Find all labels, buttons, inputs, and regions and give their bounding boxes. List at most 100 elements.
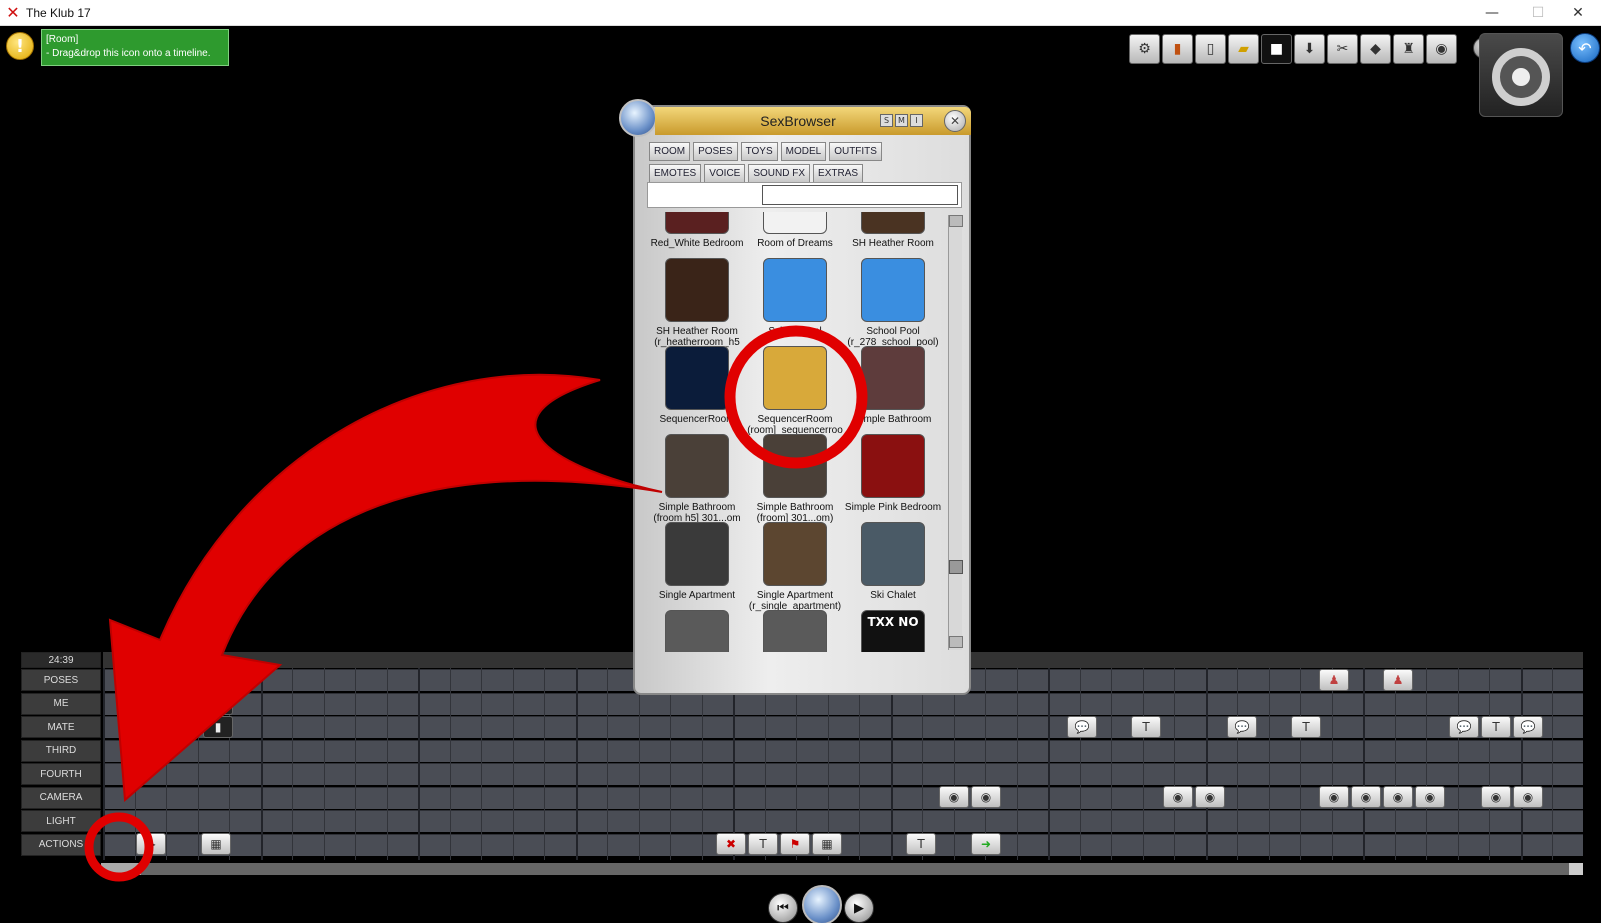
room-item[interactable]: SH Heather Room: [843, 212, 943, 258]
play-button[interactable]: ▶: [844, 893, 874, 923]
camera-event-icon[interactable]: ◉: [1319, 786, 1349, 808]
camera-event-icon[interactable]: ◉: [1383, 786, 1413, 808]
new-page-icon[interactable]: ▯: [1195, 34, 1226, 64]
scroll-down-icon[interactable]: [949, 636, 963, 648]
car-icon[interactable]: ◆: [1360, 34, 1391, 64]
room-thumbnail[interactable]: TXX NO: [861, 610, 925, 652]
text-clear-icon[interactable]: T: [1291, 716, 1321, 738]
track-light[interactable]: [103, 810, 1583, 832]
warning-icon[interactable]: !: [6, 32, 34, 60]
undo-icon[interactable]: ↶: [1570, 33, 1600, 63]
minimize-button[interactable]: —: [1469, 0, 1515, 26]
room-thumbnail[interactable]: [665, 610, 729, 652]
text-clear-icon[interactable]: T: [906, 833, 936, 855]
track-me[interactable]: [103, 692, 1583, 715]
room-item[interactable]: Room of Dreams: [745, 212, 845, 258]
room-item[interactable]: Simple Bathroom: [843, 346, 943, 434]
scroll-up-icon[interactable]: [949, 215, 963, 227]
scroll-right-icon[interactable]: [1569, 863, 1583, 875]
speech-bubble-icon[interactable]: 💬: [1513, 716, 1543, 738]
books-icon[interactable]: ▮: [1162, 34, 1193, 64]
room-item[interactable]: Single Apartment: [647, 522, 747, 610]
room-thumbnail[interactable]: [665, 346, 729, 410]
pose-event-icon[interactable]: ♟: [1383, 669, 1413, 691]
room-item[interactable]: Single Apartment (r_single_apartment): [745, 522, 845, 612]
camera-event-icon[interactable]: ◉: [939, 786, 969, 808]
room-thumbnail[interactable]: [763, 522, 827, 586]
text-clear-icon[interactable]: T: [1131, 716, 1161, 738]
room-thumbnail[interactable]: [665, 212, 729, 234]
browser-scrollbar[interactable]: [948, 215, 963, 650]
tab-extras[interactable]: EXTRAS: [813, 164, 864, 183]
room-thumbnail[interactable]: [763, 346, 827, 410]
tab-room[interactable]: ROOM: [649, 142, 691, 161]
room-thumbnail[interactable]: [763, 258, 827, 322]
folder-open-icon[interactable]: ▰: [1228, 34, 1259, 64]
arrow-action-icon[interactable]: ➜: [971, 833, 1001, 855]
camera-event-icon[interactable]: ◉: [1481, 786, 1511, 808]
camera-event-icon[interactable]: ◉: [1351, 786, 1381, 808]
scissors-icon[interactable]: ✂: [1327, 34, 1358, 64]
room-thumbnail[interactable]: [763, 434, 827, 498]
camera-control-pad[interactable]: [1479, 33, 1563, 117]
room-item[interactable]: School Pool (r_278_school_pool): [843, 258, 943, 348]
play-action-icon[interactable]: ▶: [136, 833, 166, 855]
browser-header[interactable]: SexBrowser: [655, 107, 971, 135]
scrollbar-thumb[interactable]: [101, 863, 141, 875]
room-thumbnail[interactable]: [763, 610, 827, 652]
track-third[interactable]: [103, 739, 1583, 762]
room-thumbnail[interactable]: [861, 346, 925, 410]
camera-event-icon[interactable]: ◉: [1415, 786, 1445, 808]
track-fourth[interactable]: [103, 763, 1583, 785]
room-thumbnail[interactable]: [861, 434, 925, 498]
text-clear-icon[interactable]: T: [1481, 716, 1511, 738]
scrollbar-thumb[interactable]: [949, 560, 963, 574]
tab-sound-fx[interactable]: SOUND FX: [748, 164, 811, 183]
room-thumbnail[interactable]: [861, 258, 925, 322]
room-item[interactable]: Simple Bathroom (froom h5] 301...om: [647, 434, 747, 524]
room-thumbnail[interactable]: [861, 522, 925, 586]
tab-model[interactable]: MODEL: [780, 142, 827, 161]
camera-hub[interactable]: [1512, 68, 1530, 86]
room-item[interactable]: Simple Bathroom (froom] 301...om): [745, 434, 845, 524]
text-clear-icon[interactable]: T: [748, 833, 778, 855]
speech-bubble-icon[interactable]: 💬: [1067, 716, 1097, 738]
camera-icon[interactable]: ◉: [1426, 34, 1457, 64]
tab-voice[interactable]: VOICE: [704, 164, 746, 183]
room-item[interactable]: Red_White Bedroom: [647, 212, 747, 258]
close-button[interactable]: ✕: [1555, 0, 1601, 26]
room-thumbnail[interactable]: [665, 522, 729, 586]
room-item[interactable]: SequencerRoom (room]_sequencerroo: [745, 346, 845, 436]
robot-icon[interactable]: ♜: [1393, 34, 1424, 64]
browser-s-button[interactable]: S: [880, 114, 893, 127]
tab-outfits[interactable]: OUTFITS: [829, 142, 882, 161]
room-item[interactable]: [745, 610, 845, 652]
globe-icon[interactable]: [802, 885, 842, 923]
room-thumbnail[interactable]: [665, 258, 729, 322]
browser-m-button[interactable]: M: [895, 114, 908, 127]
room-thumbnail[interactable]: [763, 212, 827, 234]
room-item[interactable]: TXX NO: [843, 610, 943, 652]
camera-event-icon[interactable]: ◉: [971, 786, 1001, 808]
rewind-button[interactable]: ⏮: [768, 893, 798, 923]
search-input[interactable]: [762, 185, 958, 205]
tab-poses[interactable]: POSES: [693, 142, 738, 161]
room-action-icon[interactable]: ▦: [812, 833, 842, 855]
model-event-icon[interactable]: ▮: [203, 716, 233, 738]
download-icon[interactable]: ⬇: [1294, 34, 1325, 64]
track-actions[interactable]: [103, 833, 1583, 856]
stop-action-icon[interactable]: ✖: [716, 833, 746, 855]
camera-event-icon[interactable]: ◉: [1195, 786, 1225, 808]
speech-bubble-icon[interactable]: 💬: [1449, 716, 1479, 738]
camera-event-icon[interactable]: ◉: [1513, 786, 1543, 808]
browser-i-button[interactable]: I: [910, 114, 923, 127]
camera-event-icon[interactable]: ◉: [1163, 786, 1193, 808]
track-mate[interactable]: [103, 716, 1583, 738]
tab-toys[interactable]: TOYS: [740, 142, 778, 161]
room-item[interactable]: SequencerRoom: [647, 346, 747, 434]
room-item[interactable]: Ski Chalet: [843, 522, 943, 610]
pose-event-icon[interactable]: ♟: [1319, 669, 1349, 691]
browser-close-icon[interactable]: ✕: [944, 110, 966, 132]
speech-bubble-icon[interactable]: 💬: [1227, 716, 1257, 738]
room-action-icon[interactable]: ▦: [201, 833, 231, 855]
